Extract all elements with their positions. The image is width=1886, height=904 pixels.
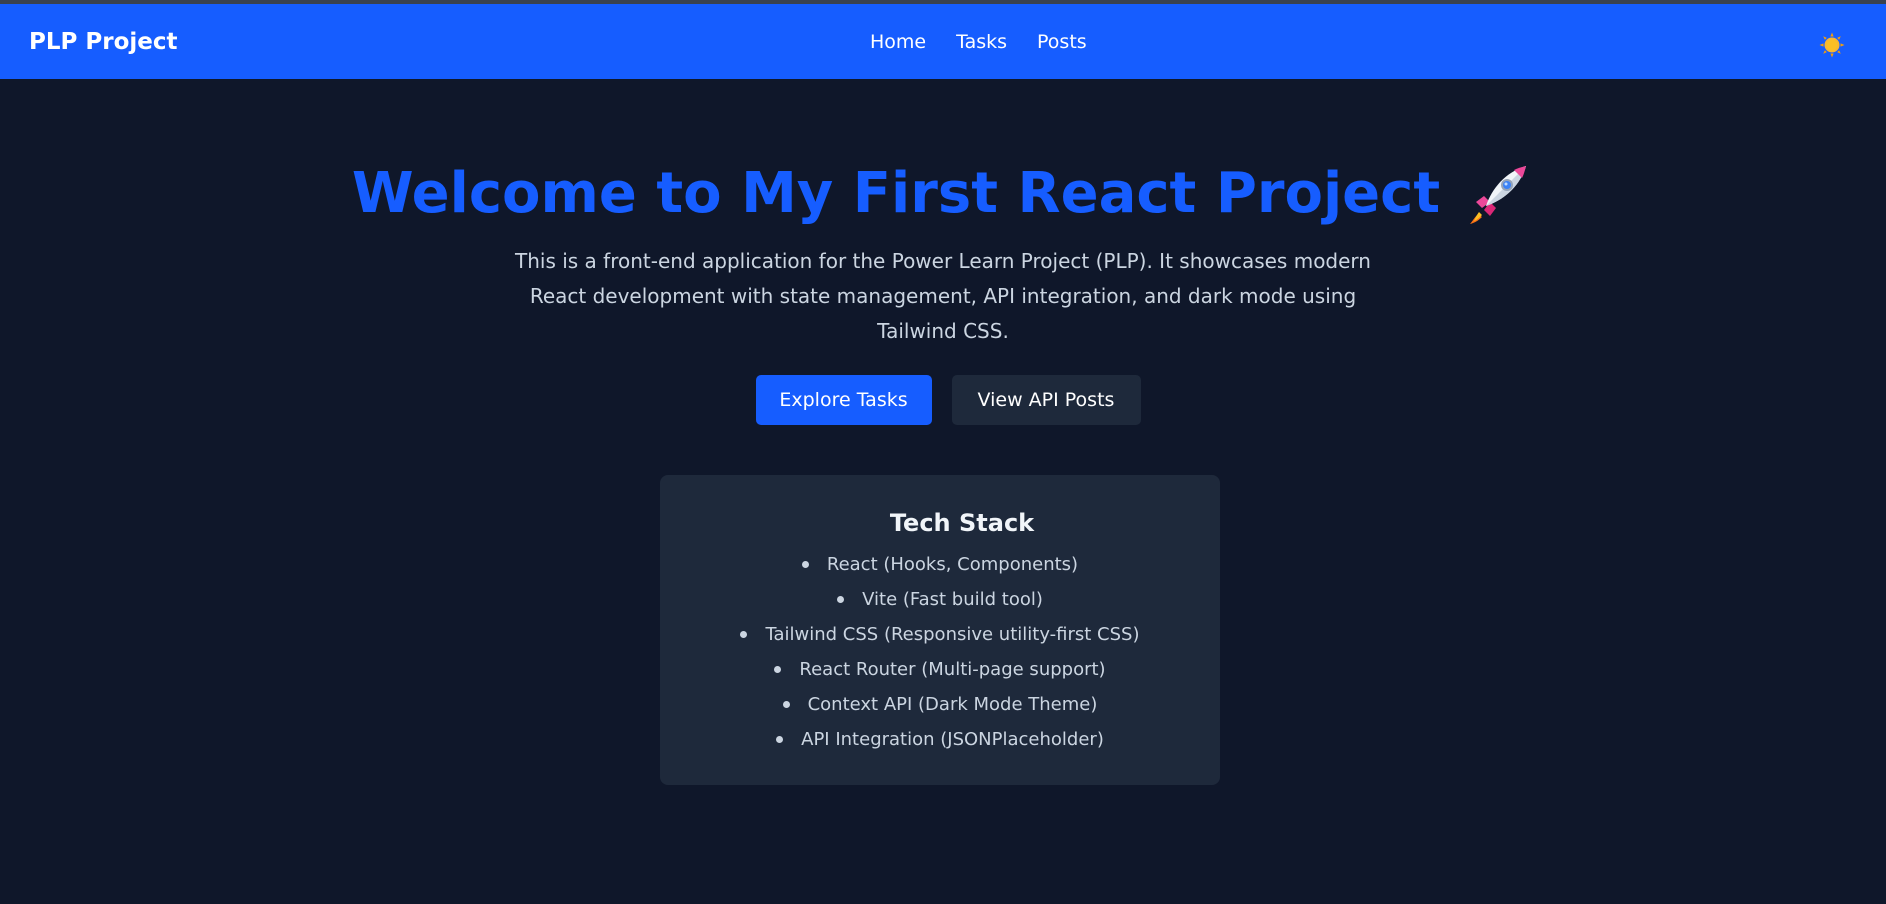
hero-title-text: Welcome to My First React Project <box>351 160 1441 226</box>
list-item-label: API Integration (JSONPlaceholder) <box>801 729 1104 750</box>
list-item-label: Tailwind CSS (Responsive utility-first C… <box>765 624 1140 645</box>
hero-title: Welcome to My First React Project <box>352 150 1534 236</box>
navbar: PLP Project Home Tasks Posts <box>0 4 1886 79</box>
rocket-icon <box>1470 166 1527 224</box>
nav-link-home[interactable]: Home <box>870 31 926 53</box>
bullet-icon <box>782 701 790 708</box>
bullet-icon <box>837 596 845 603</box>
bullet-icon <box>776 736 784 743</box>
brand-logo[interactable]: PLP Project <box>29 4 178 79</box>
nav-link-posts[interactable]: Posts <box>1037 31 1087 53</box>
bullet-icon <box>740 631 748 638</box>
hero-section: Welcome to My First React Project This i… <box>0 150 1886 425</box>
tech-stack-title: Tech Stack <box>889 509 1035 537</box>
nav-links: Home Tasks Posts <box>870 4 1087 79</box>
list-item-label: Context API (Dark Mode Theme) <box>807 694 1098 715</box>
hero-actions: Explore Tasks View API Posts <box>755 375 1141 425</box>
bullet-icon <box>801 561 809 568</box>
view-api-posts-button[interactable]: View API Posts <box>951 375 1141 425</box>
bullet-icon <box>774 666 782 673</box>
list-item: Vite (Fast build tool) <box>837 582 1043 617</box>
tech-stack-list: React (Hooks, Components) Vite (Fast bui… <box>740 547 1140 757</box>
list-item-label: React Router (Multi-page support) <box>799 659 1106 680</box>
list-item: Tailwind CSS (Responsive utility-first C… <box>740 617 1140 652</box>
list-item: React Router (Multi-page support) <box>774 652 1106 687</box>
hero-description: This is a front-end application for the … <box>515 249 1371 343</box>
list-item-label: Vite (Fast build tool) <box>862 589 1043 610</box>
list-item: Context API (Dark Mode Theme) <box>782 687 1098 722</box>
nav-link-tasks[interactable]: Tasks <box>956 31 1007 53</box>
list-item: React (Hooks, Components) <box>801 547 1079 582</box>
explore-tasks-button[interactable]: Explore Tasks <box>755 375 932 425</box>
sun-icon <box>1819 32 1845 58</box>
tech-stack-card: Tech Stack React (Hooks, Components) Vit… <box>660 475 1220 785</box>
theme-toggle-button[interactable] <box>1819 32 1845 58</box>
list-item: API Integration (JSONPlaceholder) <box>776 722 1104 757</box>
list-item-label: React (Hooks, Components) <box>826 554 1079 575</box>
